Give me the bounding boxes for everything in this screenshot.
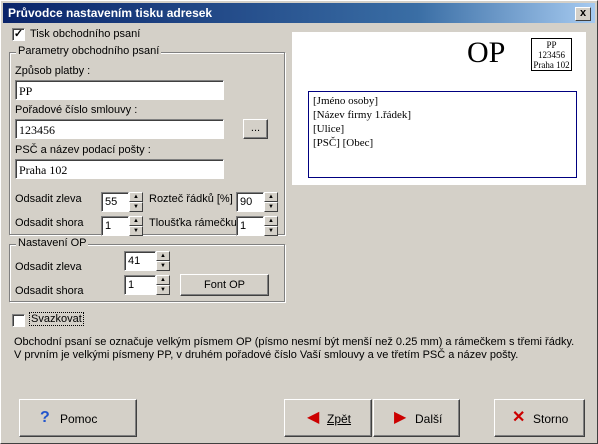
spin-down-icon[interactable]: ▼ xyxy=(264,202,278,212)
op-offset-left-label: Odsadit zleva xyxy=(15,261,82,273)
op-offset-top-field[interactable]: 1 xyxy=(124,275,156,295)
op-offset-left-field[interactable]: 41 xyxy=(124,251,156,271)
offset-left-spinner[interactable]: ▲ ▼ xyxy=(129,192,143,212)
op-offset-top-spinner[interactable]: ▲ ▼ xyxy=(156,275,170,295)
payment-field[interactable]: PP xyxy=(15,80,224,100)
address-line: [Název firmy 1.řádek] xyxy=(313,109,412,121)
cancel-button[interactable]: ✕ Storno xyxy=(494,399,585,437)
op-offset-top-label: Odsadit shora xyxy=(15,285,84,297)
spin-up-icon[interactable]: ▲ xyxy=(129,192,143,202)
window-title: Průvodce nastavením tisku adresek xyxy=(8,6,213,20)
title-bar[interactable]: Průvodce nastavením tisku adresek x xyxy=(3,3,595,23)
stamp-line: 123456 xyxy=(538,50,565,60)
cancel-button-label: Storno xyxy=(533,412,569,426)
preview-panel: OP PP 123456 Praha 102 [Jméno osoby] [Ná… xyxy=(292,32,586,185)
offset-top-field[interactable]: 1 xyxy=(101,216,129,236)
frame-field[interactable]: 1 xyxy=(236,216,264,236)
spin-up-icon[interactable]: ▲ xyxy=(129,216,143,226)
browse-button[interactable]: ... xyxy=(243,119,268,139)
spin-down-icon[interactable]: ▼ xyxy=(129,226,143,236)
back-button-label: Zpět xyxy=(327,412,352,426)
spin-up-icon[interactable]: ▲ xyxy=(264,192,278,202)
address-line: [Jméno osoby] xyxy=(313,95,379,107)
next-button[interactable]: ▶ Další xyxy=(373,399,460,437)
dialog-window: Průvodce nastavením tisku adresek x ✓ Ti… xyxy=(0,0,598,444)
stamp-line: PP xyxy=(546,40,557,50)
next-button-label: Další xyxy=(415,412,443,426)
contract-field[interactable]: 123456 xyxy=(15,119,224,139)
spin-down-icon[interactable]: ▼ xyxy=(156,261,170,271)
address-line: [PSČ] [Obec] xyxy=(313,137,374,149)
params-group-caption: Parametry obchodního psaní xyxy=(16,45,162,57)
op-offset-left-spinner[interactable]: ▲ ▼ xyxy=(156,251,170,271)
offset-left-field[interactable]: 55 xyxy=(101,192,129,212)
description-text: Obchodní psaní se označuje velkým písmem… xyxy=(14,336,575,361)
postal-field[interactable]: Praha 102 xyxy=(15,159,224,179)
help-button-label: Pomoc xyxy=(60,412,98,426)
spin-up-icon[interactable]: ▲ xyxy=(264,216,278,226)
cancel-icon: ✕ xyxy=(512,409,526,426)
font-op-button[interactable]: Font OP xyxy=(180,274,269,296)
frame-spinner[interactable]: ▲ ▼ xyxy=(264,216,278,236)
spin-down-icon[interactable]: ▼ xyxy=(156,285,170,295)
line-spacing-label: Rozteč řádků [%] xyxy=(149,193,233,205)
spin-up-icon[interactable]: ▲ xyxy=(156,275,170,285)
postal-label: PSČ a název podací pošty : xyxy=(15,144,151,156)
spin-down-icon[interactable]: ▼ xyxy=(129,202,143,212)
back-button[interactable]: ◀ Zpět xyxy=(284,399,372,437)
help-icon: ? xyxy=(40,409,50,426)
offset-left-label: Odsadit zleva xyxy=(15,193,82,205)
preview-op-text: OP xyxy=(467,36,506,69)
preview-address-box: [Jméno osoby] [Název firmy 1.řádek] [Uli… xyxy=(308,91,577,178)
address-line: [Ulice] xyxy=(313,123,345,135)
spin-down-icon[interactable]: ▼ xyxy=(264,226,278,236)
print-business-label: Tisk obchodního psaní xyxy=(30,28,141,40)
line-spacing-spinner[interactable]: ▲ ▼ xyxy=(264,192,278,212)
close-button[interactable]: x xyxy=(575,7,591,21)
payment-label: Způsob platby : xyxy=(15,65,91,77)
print-business-checkbox[interactable]: ✓ xyxy=(12,28,25,41)
contract-label: Pořadové číslo smlouvy : xyxy=(15,104,138,116)
spin-up-icon[interactable]: ▲ xyxy=(156,251,170,261)
help-button[interactable]: ? Pomoc xyxy=(19,399,137,437)
preview-stamp-box: PP 123456 Praha 102 xyxy=(531,38,572,71)
bundle-checkbox[interactable] xyxy=(12,314,25,327)
offset-top-spinner[interactable]: ▲ ▼ xyxy=(129,216,143,236)
line-spacing-field[interactable]: 90 xyxy=(236,192,264,212)
stamp-line: Praha 102 xyxy=(533,60,570,70)
op-group-caption: Nastavení OP xyxy=(16,237,89,249)
frame-label: Tloušťka rámečku xyxy=(149,217,237,229)
offset-top-label: Odsadit shora xyxy=(15,217,84,229)
arrow-right-icon: ▶ xyxy=(394,409,407,426)
arrow-left-icon: ◀ xyxy=(307,409,320,426)
bundle-label: Svazkovat xyxy=(29,312,84,326)
